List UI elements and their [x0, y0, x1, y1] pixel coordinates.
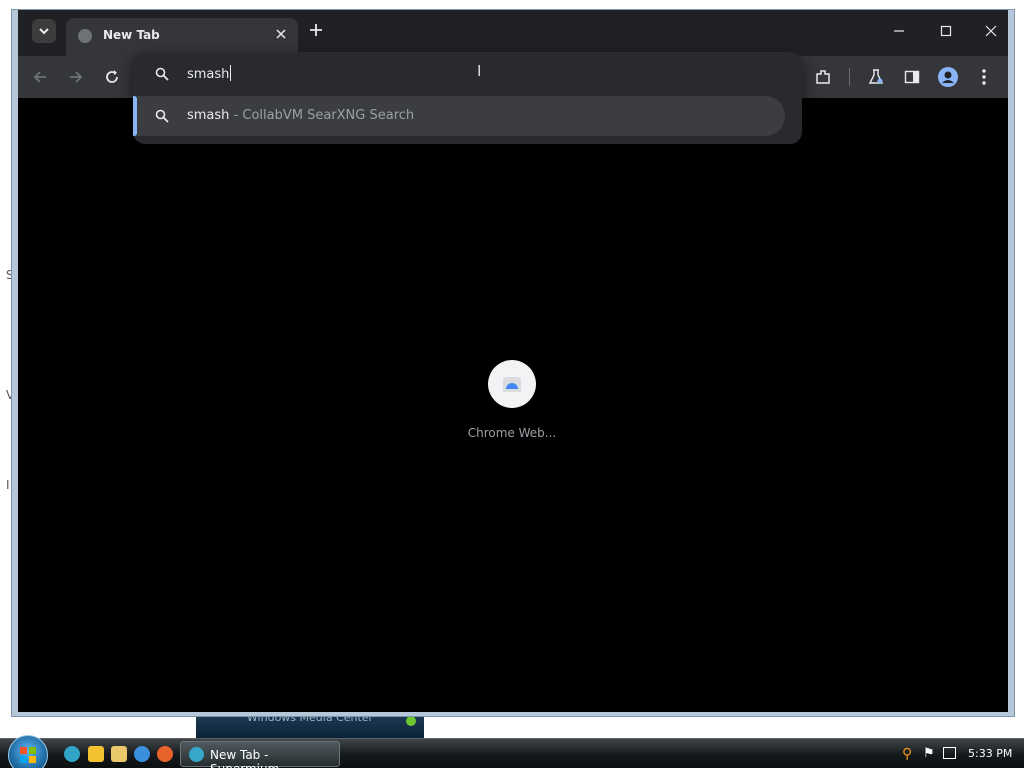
tab-close-button[interactable]	[272, 26, 290, 44]
tray-search-icon[interactable]: ⚲	[902, 746, 912, 762]
suggestion-query: smash	[187, 108, 230, 123]
maximize-icon	[940, 25, 952, 37]
close-icon	[276, 29, 286, 39]
shortcut-chrome-web-store[interactable]	[488, 360, 536, 408]
menu-button[interactable]	[971, 64, 997, 90]
forward-button[interactable]	[63, 64, 89, 90]
minimize-icon	[894, 30, 904, 32]
reload-icon	[106, 70, 118, 83]
side-panel-button[interactable]	[899, 64, 925, 90]
search-icon	[155, 67, 169, 81]
suggestion-description: - CollabVM SearXNG Search	[229, 108, 415, 123]
extensions-icon	[816, 70, 830, 84]
taskbar-button-label: New Tab - Supermium	[210, 748, 279, 768]
suggestion-text: smash - CollabVM SearXNG Search	[187, 108, 414, 123]
media-center-gadget: Windows Media Center	[196, 714, 424, 738]
maximize-button[interactable]	[931, 20, 961, 42]
windows-start-icon	[20, 747, 36, 763]
tab-new-tab[interactable]: New Tab	[66, 18, 298, 56]
back-button[interactable]	[27, 64, 53, 90]
address-bar-input[interactable]: smash	[187, 65, 232, 82]
taskbar: New Tab - Supermium ⚲ ⚑ 5:33 PM	[0, 735, 1024, 768]
mouse-cursor-ibeam: I	[477, 62, 482, 80]
profile-icon	[938, 67, 958, 87]
menu-icon	[982, 69, 986, 85]
action-center-flag-icon[interactable]: ⚑	[923, 746, 935, 761]
start-button[interactable]	[8, 735, 48, 768]
back-icon	[33, 71, 46, 83]
address-bar-text: smash	[187, 67, 230, 82]
tab-search-icon	[39, 28, 49, 35]
extensions-button[interactable]	[810, 64, 836, 90]
minimize-button[interactable]	[884, 20, 914, 42]
new-tab-page: Chrome Web...	[18, 98, 1008, 712]
quicklaunch-browser-icon[interactable]	[64, 746, 80, 762]
omnibox-suggestion[interactable]: smash - CollabVM SearXNG Search	[133, 96, 785, 136]
quicklaunch-ie-icon[interactable]	[134, 746, 150, 762]
new-tab-button[interactable]	[306, 21, 326, 41]
tab-title: New Tab	[103, 28, 160, 42]
desktop-edge-glyph: I	[6, 478, 10, 492]
supermium-icon	[189, 747, 204, 762]
taskbar-button-supermium[interactable]: New Tab - Supermium	[180, 741, 340, 768]
shortcut-label: Chrome Web...	[467, 426, 557, 440]
tab-strip: New Tab	[18, 10, 1008, 56]
quicklaunch-firefox-icon[interactable]	[157, 746, 173, 762]
tab-search-button[interactable]	[32, 19, 56, 43]
labs-button[interactable]	[863, 64, 889, 90]
profile-button[interactable]	[935, 64, 961, 90]
omnibox-dropdown: smash I smash - CollabVM SearXNG Search	[133, 52, 802, 144]
close-window-button[interactable]	[976, 20, 1006, 42]
plus-icon	[310, 24, 322, 36]
toolbar-separator	[849, 68, 850, 86]
quicklaunch-folder-icon[interactable]	[111, 746, 127, 762]
reload-button[interactable]	[99, 64, 125, 90]
media-center-icon	[406, 716, 416, 726]
globe-icon	[78, 29, 92, 43]
side-panel-icon	[904, 70, 920, 84]
text-caret	[230, 65, 232, 81]
quicklaunch-media-icon[interactable]	[88, 746, 104, 762]
forward-icon	[70, 71, 83, 83]
network-icon[interactable]	[943, 747, 956, 759]
web-store-icon	[503, 377, 521, 392]
search-icon	[155, 109, 169, 123]
labs-icon	[868, 69, 884, 84]
suggestion-focus-indicator	[133, 96, 137, 136]
clock[interactable]: 5:33 PM	[968, 747, 1012, 760]
close-icon	[985, 25, 997, 37]
